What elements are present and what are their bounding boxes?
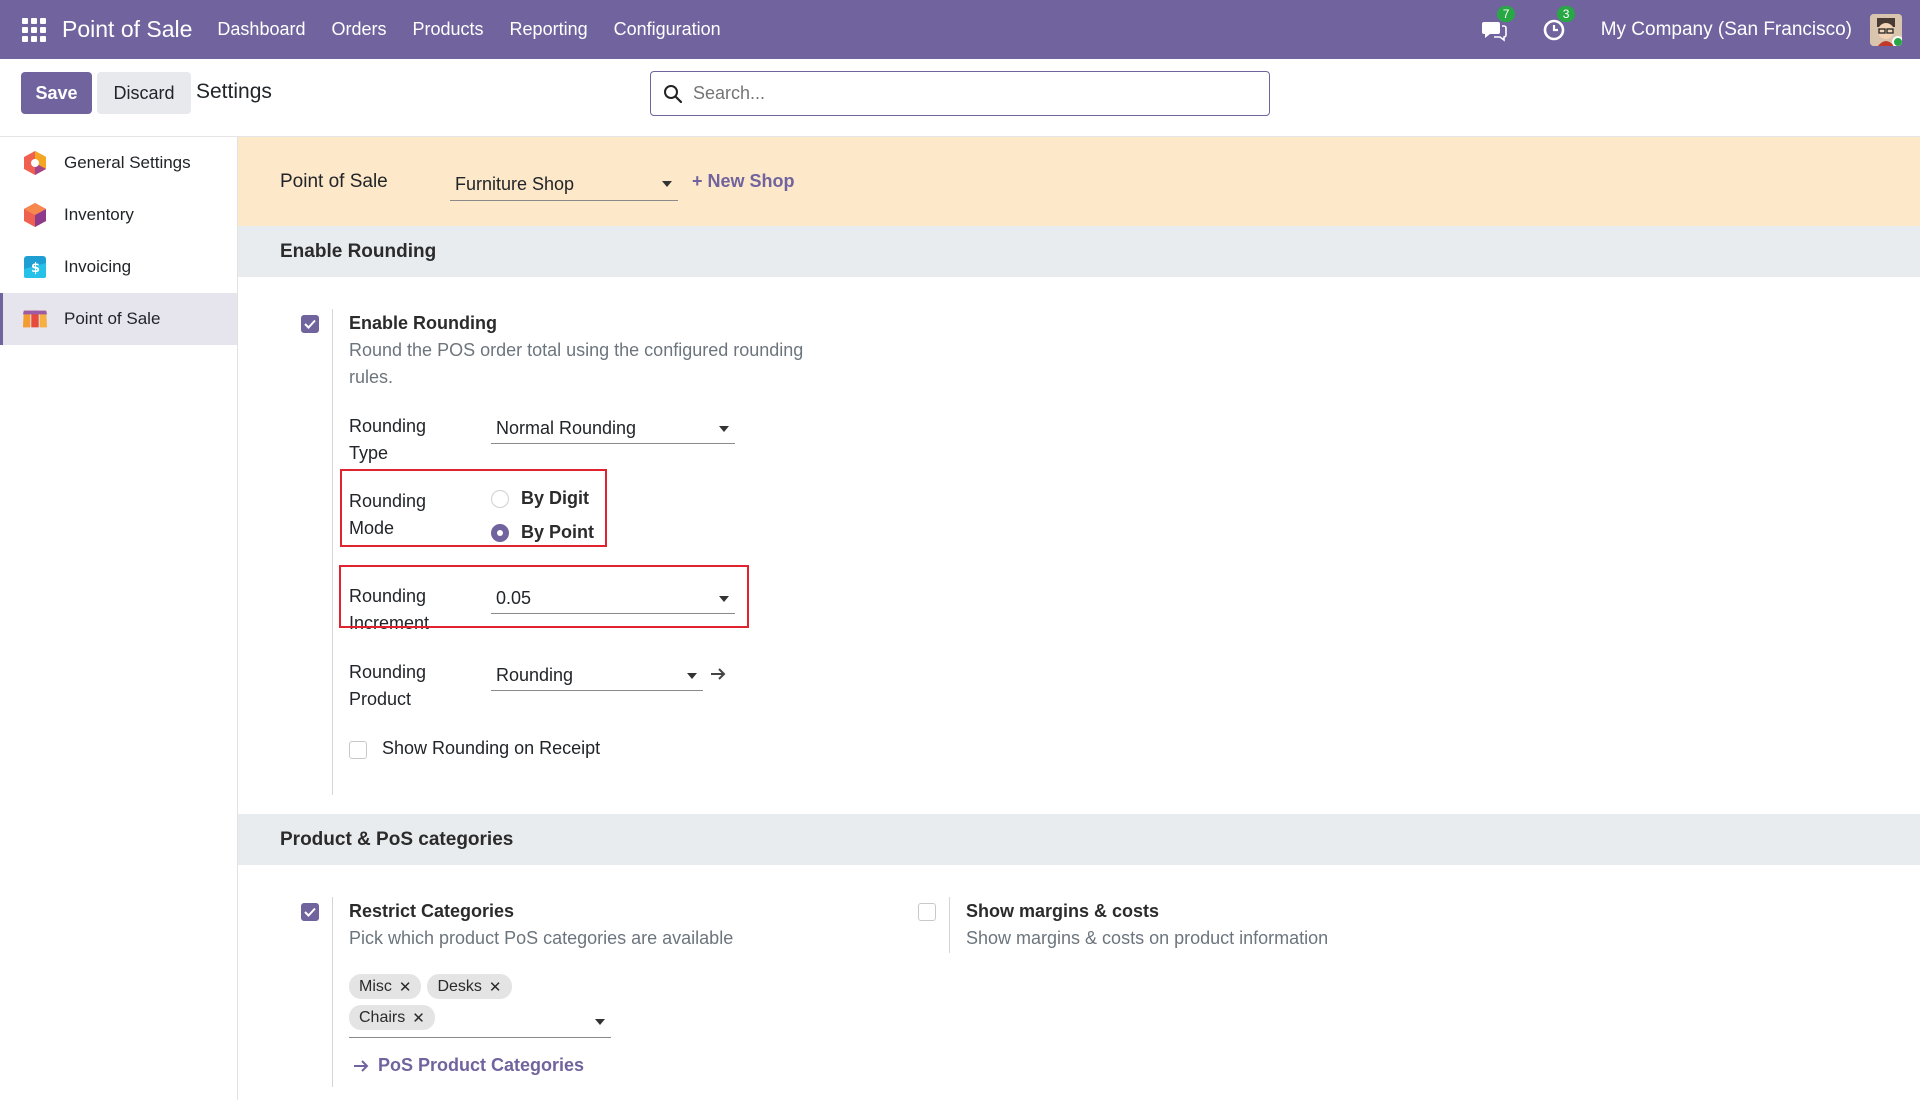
inventory-icon <box>22 202 48 228</box>
rounding-type-label-line-2: Type <box>349 443 389 463</box>
tags-row: Misc ✕ Desks ✕ <box>349 974 611 999</box>
new-shop-link[interactable]: + New Shop <box>692 171 795 192</box>
chevron-down-icon <box>687 672 697 679</box>
settings-main: Point of Sale Furniture Shop + New Shop … <box>238 137 1920 1100</box>
pos-product-categories-label: PoS Product Categories <box>378 1055 585 1075</box>
arrow-right-icon <box>354 1059 369 1072</box>
restrict-categories-title: Restrict Categories <box>349 901 515 921</box>
menu-products[interactable]: Products <box>400 0 497 59</box>
enable-rounding-checkbox[interactable] <box>301 315 319 333</box>
online-status-dot <box>1892 35 1902 46</box>
company-switcher[interactable]: My Company (San Francisco) <box>1601 19 1852 41</box>
rounding-type-label: Rounding Type <box>349 413 426 467</box>
messages-count-badge: 7 <box>1496 5 1516 22</box>
show-margins-title: Show margins & costs <box>966 901 1160 921</box>
sidebar-item-inventory[interactable]: Inventory <box>0 189 237 241</box>
tag-misc: Misc ✕ <box>349 974 422 999</box>
pos-label: Point of Sale <box>280 170 388 192</box>
tags-row: Chairs ✕ <box>349 1005 611 1030</box>
tag-chairs: Chairs ✕ <box>349 1005 435 1030</box>
pos-shop-banner: Point of Sale Furniture Shop + New Shop <box>238 137 1920 226</box>
show-rounding-receipt-checkbox[interactable] <box>349 741 367 759</box>
show-margins-checkbox[interactable] <box>918 903 936 921</box>
rounding-type-select[interactable]: Normal Rounding <box>491 414 735 444</box>
app-name[interactable]: Point of Sale <box>62 16 192 43</box>
enable-rounding-desc-line-2: rules. <box>349 367 394 387</box>
rounding-settings: Enable Rounding Round the POS order tota… <box>238 277 1920 814</box>
pos-product-categories-link[interactable]: PoS Product Categories <box>352 1055 584 1076</box>
show-margins-desc: Show margins & costs on product informat… <box>966 928 1329 948</box>
remove-tag-icon[interactable]: ✕ <box>489 978 502 996</box>
apps-menu-icon[interactable] <box>22 17 46 42</box>
sidebar-item-label: Inventory <box>64 205 134 224</box>
rounding-type-value: Normal Rounding <box>496 418 637 438</box>
shop-select-value: Furniture Shop <box>455 173 575 194</box>
top-navbar: Point of Sale Dashboard Orders Products … <box>0 0 1920 59</box>
enable-rounding-desc-line-1: Round the POS order total using the conf… <box>349 340 804 360</box>
rounding-type-label-line-1: Rounding <box>349 416 427 436</box>
rounding-product-label-line-1: Rounding <box>349 662 427 682</box>
general-settings-icon <box>22 150 48 176</box>
restrict-categories-desc: Pick which product PoS categories are av… <box>349 928 734 948</box>
categories-tags-field[interactable]: Misc ✕ Desks ✕ Chairs ✕ <box>349 974 611 1038</box>
rounding-product-value: Rounding <box>496 665 574 685</box>
section-header-categories: Product & PoS categories <box>238 814 1920 865</box>
show-rounding-receipt-label: Show Rounding on Receipt <box>382 738 601 758</box>
section-header-rounding: Enable Rounding <box>238 226 1920 277</box>
sidebar-item-invoicing[interactable]: $ Invoicing <box>0 241 237 293</box>
activities-clock-icon[interactable]: 3 <box>1541 5 1576 43</box>
search-icon <box>664 84 683 103</box>
enable-rounding-title: Enable Rounding <box>349 313 497 333</box>
rounding-product-label-line-2: Product <box>349 689 412 709</box>
search-bar[interactable] <box>650 71 1270 116</box>
checkmark-icon <box>304 319 316 329</box>
settings-sidebar: General Settings Inventory $ Invoicing P… <box>0 137 238 1100</box>
shop-select[interactable]: Furniture Shop <box>450 169 678 201</box>
sidebar-item-general-settings[interactable]: General Settings <box>0 137 237 189</box>
page-title: Settings <box>196 80 272 103</box>
tag-label: Desks <box>437 977 482 995</box>
menu-reporting[interactable]: Reporting <box>497 0 601 59</box>
rounding-mode-highlight-box <box>340 469 607 547</box>
control-panel: Save Discard Settings <box>0 59 1920 137</box>
discard-button[interactable]: Discard <box>97 72 191 114</box>
point-of-sale-icon <box>22 306 48 332</box>
svg-text:$: $ <box>31 261 40 276</box>
save-button[interactable]: Save <box>21 72 92 114</box>
sidebar-item-label: General Settings <box>64 153 191 172</box>
chevron-down-icon <box>719 425 729 432</box>
restrict-categories-checkbox[interactable] <box>301 903 319 921</box>
search-input[interactable] <box>693 83 1253 104</box>
sidebar-item-point-of-sale[interactable]: Point of Sale <box>0 293 237 345</box>
chevron-down-icon <box>662 181 672 187</box>
tag-desks: Desks ✕ <box>427 974 512 999</box>
rounding-product-label: Rounding Product <box>349 659 426 713</box>
tag-label: Misc <box>359 977 392 995</box>
checkmark-icon <box>304 907 316 917</box>
invoicing-icon: $ <box>22 254 48 280</box>
user-avatar[interactable] <box>1870 13 1902 46</box>
rounding-product-select[interactable]: Rounding <box>491 661 703 691</box>
menu-orders[interactable]: Orders <box>318 0 399 59</box>
messages-icon[interactable]: 7 <box>1481 5 1516 43</box>
setting-divider <box>332 897 333 1087</box>
rounding-increment-highlight-box <box>339 565 749 628</box>
menu-configuration[interactable]: Configuration <box>601 0 734 59</box>
setting-divider <box>949 897 950 953</box>
navbar-systray: 7 3 My Company (San Francisco) <box>1481 0 1920 59</box>
sidebar-item-label: Point of Sale <box>64 309 161 328</box>
activities-count-badge: 3 <box>1556 5 1576 22</box>
categories-settings: Restrict Categories Pick which product P… <box>238 865 1920 1100</box>
remove-tag-icon[interactable]: ✕ <box>399 978 412 996</box>
setting-divider <box>332 309 333 795</box>
menu-dashboard[interactable]: Dashboard <box>204 0 318 59</box>
remove-tag-icon[interactable]: ✕ <box>412 1009 425 1027</box>
arrow-right-icon[interactable] <box>709 666 727 687</box>
chevron-down-icon[interactable] <box>595 1018 605 1025</box>
sidebar-item-label: Invoicing <box>64 257 132 276</box>
tag-label: Chairs <box>359 1008 406 1026</box>
